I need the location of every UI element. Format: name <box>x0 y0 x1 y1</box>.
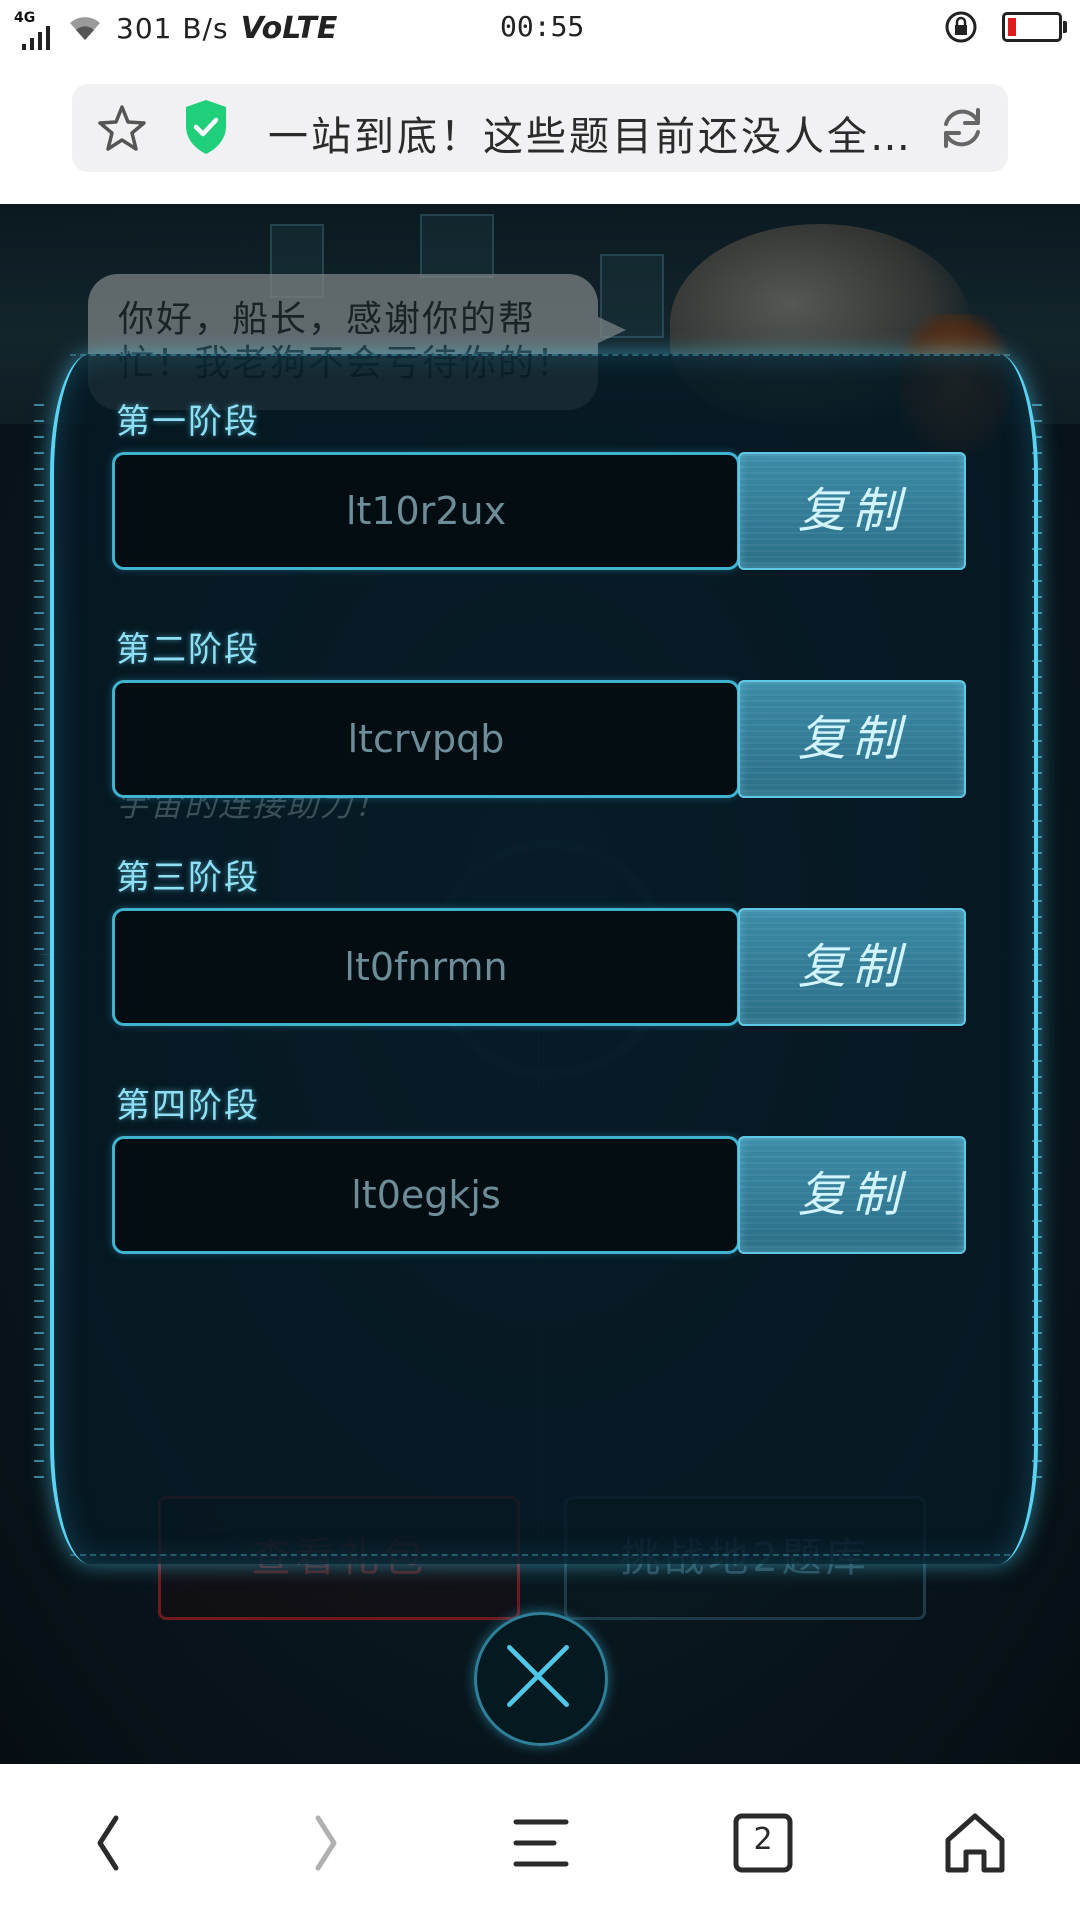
clock: 00:55 <box>500 10 585 43</box>
browser-toolbar: 一站到底！这些题目前还没人全… <box>0 60 1080 204</box>
stage-3-code[interactable]: lt0fnrmn <box>112 908 740 1026</box>
back-icon[interactable] <box>74 1808 144 1878</box>
close-icon <box>507 1645 569 1707</box>
home-icon[interactable] <box>940 1808 1010 1878</box>
address-bar[interactable]: 一站到底！这些题目前还没人全… <box>72 84 1008 172</box>
stage-1-code[interactable]: lt10r2ux <box>112 452 740 570</box>
volte-indicator: VoLTE <box>240 10 338 46</box>
stage-1-copy-button[interactable]: 复制 <box>738 452 966 570</box>
stage-2-copy-button[interactable]: 复制 <box>738 680 966 798</box>
background-sign <box>420 214 494 278</box>
security-shield-icon[interactable] <box>182 98 230 156</box>
modal-bottom-edge <box>70 1554 1010 1556</box>
stage-4-copy-button[interactable]: 复制 <box>738 1136 966 1254</box>
stage-2-code[interactable]: ltcrvpqb <box>112 680 740 798</box>
menu-icon[interactable] <box>506 1808 576 1878</box>
signal-icon: 4G <box>14 8 54 50</box>
rotation-lock-icon <box>945 11 977 43</box>
battery-icon <box>1002 12 1067 42</box>
status-right <box>944 10 1067 44</box>
stage-3-copy-button[interactable]: 复制 <box>738 908 966 1026</box>
status-left: 4G 301 B/s VoLTE <box>14 8 338 50</box>
page-title[interactable]: 一站到底！这些题目前还没人全… <box>268 104 908 162</box>
bookmark-star-icon[interactable] <box>96 102 148 154</box>
stage-2-label: 第二阶段 <box>116 630 260 670</box>
modal-top-edge <box>70 354 1010 356</box>
tabs-count: 2 <box>753 1822 773 1857</box>
tabs-button[interactable]: 2 <box>728 1808 798 1878</box>
wifi-icon <box>70 17 100 40</box>
modal-ticks-right <box>1032 404 1046 1504</box>
stage-3-label: 第三阶段 <box>116 858 260 898</box>
game-view: 查看礼包 挑战地2题库 你好，船长，感谢你的帮忙！我老狗不会亏待你的！ 宇宙的连… <box>0 204 1080 1764</box>
modal-ticks-left <box>34 404 48 1504</box>
close-modal-button[interactable] <box>474 1612 608 1746</box>
network-speed: 301 B/s <box>116 11 229 45</box>
stage-4-code[interactable]: lt0egkjs <box>112 1136 740 1254</box>
forward-icon[interactable] <box>290 1808 360 1878</box>
stage-4-label: 第四阶段 <box>116 1086 260 1126</box>
stage-1-label: 第一阶段 <box>116 402 260 442</box>
status-bar: 4G 301 B/s VoLTE 00:55 <box>0 0 1080 60</box>
browser-bottom-nav: 2 <box>0 1764 1080 1920</box>
reload-icon[interactable] <box>934 100 990 156</box>
